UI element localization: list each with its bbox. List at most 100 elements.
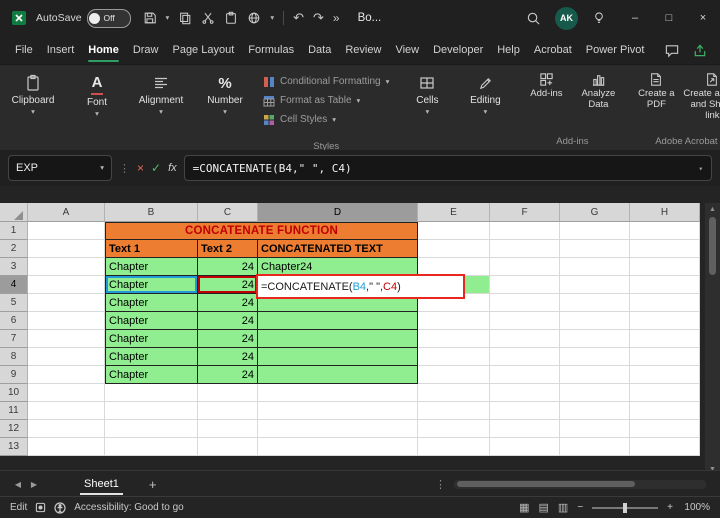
cell-E6[interactable] [418, 312, 490, 330]
cell-C4[interactable]: 24 [198, 276, 258, 294]
horizontal-scrollbar[interactable] [454, 479, 706, 489]
cell-C7[interactable]: 24 [198, 330, 258, 348]
create-pdf-button[interactable]: Create a PDF [630, 67, 682, 111]
formula-bar-drag-handle[interactable]: ⋮ [119, 162, 130, 175]
more-commands-button[interactable]: » [333, 11, 340, 25]
cell-E8[interactable] [418, 348, 490, 366]
scroll-up-icon[interactable]: ▲ [709, 206, 716, 213]
cell-A11[interactable] [28, 402, 105, 420]
cell-H10[interactable] [630, 384, 700, 402]
cell-G10[interactable] [560, 384, 630, 402]
insert-function-button[interactable]: fx [168, 162, 177, 174]
cell-G1[interactable] [560, 222, 630, 240]
row-header-9[interactable]: 9 [0, 366, 28, 384]
cell-G6[interactable] [560, 312, 630, 330]
cell-G2[interactable] [560, 240, 630, 258]
format-as-table-button[interactable]: Format as Table ▾ [260, 91, 363, 110]
maximize-button[interactable]: □ [652, 0, 686, 36]
cell-H5[interactable] [630, 294, 700, 312]
add-ins-button[interactable]: Add-ins [520, 67, 572, 100]
row-header-5[interactable]: 5 [0, 294, 28, 312]
row-header-11[interactable]: 11 [0, 402, 28, 420]
menu-tab-help[interactable]: Help [490, 36, 527, 64]
cell-F4[interactable] [490, 276, 560, 294]
cell-E9[interactable] [418, 366, 490, 384]
undo-button[interactable]: ↶ [293, 10, 304, 26]
cell-F12[interactable] [490, 420, 560, 438]
cell-H9[interactable] [630, 366, 700, 384]
number-button[interactable]: % Number ▾ [196, 67, 254, 116]
close-button[interactable]: × [686, 0, 720, 36]
cell-A2[interactable] [28, 240, 105, 258]
cell-H13[interactable] [630, 438, 700, 456]
cell-F9[interactable] [490, 366, 560, 384]
lightbulb-icon[interactable] [592, 11, 606, 25]
menu-tab-home[interactable]: Home [81, 36, 126, 64]
editing-button[interactable]: Editing ▾ [456, 67, 514, 116]
row-header-13[interactable]: 13 [0, 438, 28, 456]
cell-F13[interactable] [490, 438, 560, 456]
cells-button[interactable]: Cells ▾ [398, 67, 456, 116]
cell-D10[interactable] [258, 384, 418, 402]
cell-F8[interactable] [490, 348, 560, 366]
cell-G9[interactable] [560, 366, 630, 384]
cell-H12[interactable] [630, 420, 700, 438]
autosave-control[interactable]: AutoSave Off [36, 8, 131, 28]
select-all-button[interactable] [0, 203, 28, 222]
cell-C6[interactable]: 24 [198, 312, 258, 330]
cut-button[interactable] [201, 11, 215, 25]
cell-A4[interactable] [28, 276, 105, 294]
formula-bar-expand-icon[interactable]: ▾ [698, 164, 703, 173]
share-icon[interactable] [692, 43, 708, 58]
conditional-formatting-button[interactable]: Conditional Formatting ▾ [260, 72, 392, 91]
cell-G12[interactable] [560, 420, 630, 438]
name-box-dropdown-icon[interactable]: ▾ [100, 164, 104, 172]
cell-H7[interactable] [630, 330, 700, 348]
cell-C9[interactable]: 24 [198, 366, 258, 384]
cell-F5[interactable] [490, 294, 560, 312]
cell-A6[interactable] [28, 312, 105, 330]
cell-D9[interactable] [258, 366, 418, 384]
previous-sheet-icon[interactable]: ◀ [10, 480, 26, 489]
cell-H8[interactable] [630, 348, 700, 366]
cell-F7[interactable] [490, 330, 560, 348]
cell-G5[interactable] [560, 294, 630, 312]
cell-F10[interactable] [490, 384, 560, 402]
col-header-D[interactable]: D [258, 203, 418, 222]
cell-B10[interactable] [105, 384, 198, 402]
cell-D13[interactable] [258, 438, 418, 456]
cell-A13[interactable] [28, 438, 105, 456]
next-sheet-icon[interactable]: ▶ [26, 480, 42, 489]
cell-A8[interactable] [28, 348, 105, 366]
cell-A1[interactable] [28, 222, 105, 240]
cell-G4[interactable] [560, 276, 630, 294]
menu-tab-developer[interactable]: Developer [426, 36, 490, 64]
copy-button[interactable] [178, 11, 192, 25]
comments-icon[interactable] [664, 43, 680, 58]
paste-button[interactable] [224, 11, 238, 25]
cell-D6[interactable] [258, 312, 418, 330]
cell-B12[interactable] [105, 420, 198, 438]
analyze-data-button[interactable]: Analyze Data [572, 67, 624, 111]
font-button[interactable]: A Font ▾ [68, 67, 126, 118]
cell-C3[interactable]: 24 [198, 258, 258, 276]
row-header-10[interactable]: 10 [0, 384, 28, 402]
cell-D12[interactable] [258, 420, 418, 438]
cell-D7[interactable] [258, 330, 418, 348]
cell-E2[interactable] [418, 240, 490, 258]
row-header-12[interactable]: 12 [0, 420, 28, 438]
cell-E12[interactable] [418, 420, 490, 438]
col-header-G[interactable]: G [560, 203, 630, 222]
cancel-entry-button[interactable]: × [137, 161, 144, 175]
cell-B13[interactable] [105, 438, 198, 456]
cell-B2[interactable]: Text 1 [105, 240, 198, 258]
menu-tab-review[interactable]: Review [338, 36, 388, 64]
col-header-H[interactable]: H [630, 203, 700, 222]
cell-styles-button[interactable]: Cell Styles ▾ [260, 110, 339, 129]
cell-F1[interactable] [490, 222, 560, 240]
sheet-tab-sheet1[interactable]: Sheet1 [70, 471, 133, 497]
col-header-C[interactable]: C [198, 203, 258, 222]
horizontal-scrollbar-thumb[interactable] [457, 481, 635, 487]
cell-G8[interactable] [560, 348, 630, 366]
cell-F11[interactable] [490, 402, 560, 420]
